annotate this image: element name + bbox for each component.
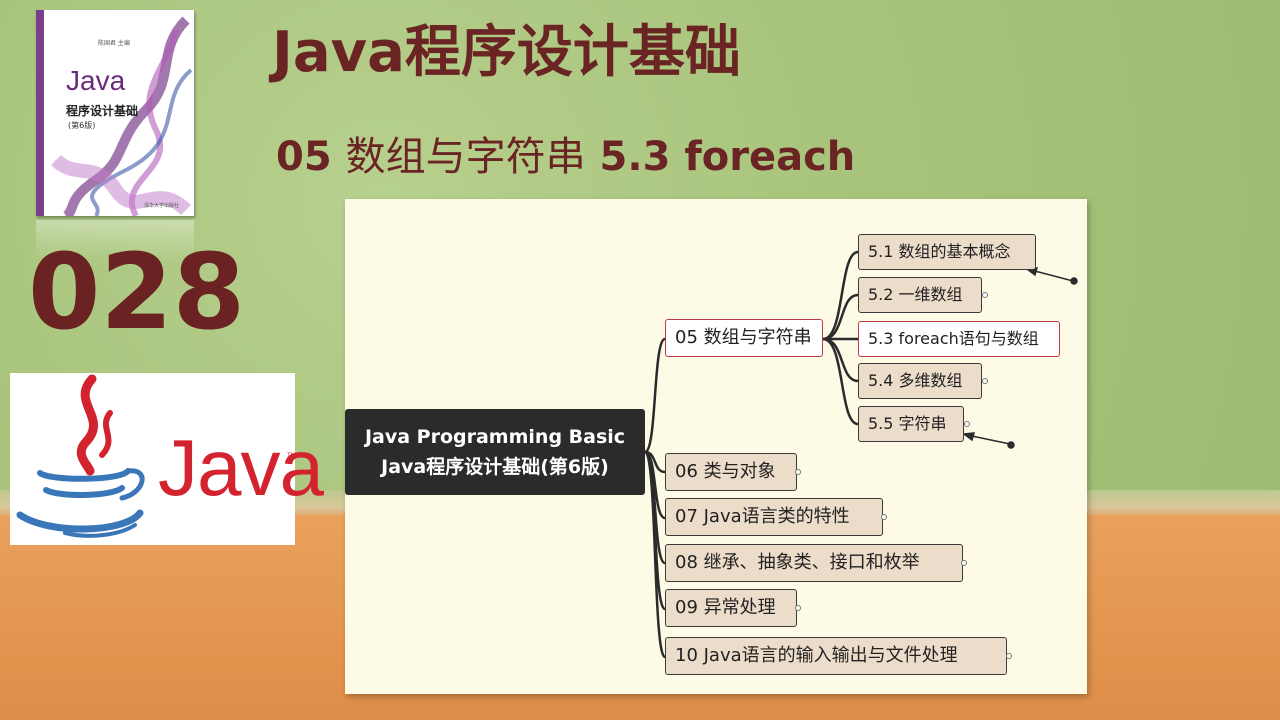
collapse-handle-5-4[interactable] [982, 378, 988, 384]
chapter-node-06[interactable]: 06 类与对象 [665, 453, 797, 491]
section-node-5-5[interactable]: 5.5 字符串 [858, 406, 964, 442]
chapter-node-08[interactable]: 08 继承、抽象类、接口和枚举 [665, 544, 963, 582]
mindmap-root-node[interactable]: Java Programming Basic Java程序设计基础(第6版) [345, 409, 645, 495]
collapse-handle-5-2[interactable] [982, 292, 988, 298]
episode-number: 028 [28, 231, 246, 353]
collapse-handle-5-5[interactable] [964, 421, 970, 427]
root-title-en: Java Programming Basic [364, 426, 626, 448]
subtitle-section: 5.3 foreach [599, 134, 856, 180]
mindmap-panel: Java Programming Basic Java程序设计基础(第6版) 0… [345, 199, 1087, 694]
chapter-node-10[interactable]: 10 Java语言的输入输出与文件处理 [665, 637, 1007, 675]
java-logo-text: Java [158, 423, 324, 512]
subtitle-name: 数组与字符串 [345, 134, 586, 180]
chapter-node-05[interactable]: 05 数组与字符串 [665, 319, 823, 357]
java-cup-icon [16, 374, 145, 538]
collapse-handle-06[interactable] [795, 469, 801, 475]
collapse-handle-10[interactable] [1006, 653, 1012, 659]
page-title: Java程序设计基础 [272, 20, 741, 85]
java-logo: Java TM [10, 373, 324, 545]
section-node-5-2[interactable]: 5.2 一维数组 [858, 277, 982, 313]
book-publisher: 清华大学出版社 [144, 203, 180, 209]
collapse-handle-09[interactable] [795, 605, 801, 611]
book-title: 程序设计基础 [66, 104, 139, 118]
java-logo-tm: TM [287, 453, 296, 459]
book-brand: Java [66, 65, 126, 96]
collapse-handle-07[interactable] [881, 514, 887, 520]
book-cover: 陈国君 主编 Java 程序设计基础 (第6版) 清华大学出版社 [36, 10, 194, 216]
section-node-5-4[interactable]: 5.4 多维数组 [858, 363, 982, 399]
root-title-cn: Java程序设计基础(第6版) [381, 456, 609, 478]
subtitle-chapter: 05 [276, 134, 332, 180]
chapter-node-09[interactable]: 09 异常处理 [665, 589, 797, 627]
book-author: 陈国君 主编 [98, 40, 130, 47]
section-node-5-1[interactable]: 5.1 数组的基本概念 [858, 234, 1036, 270]
section-node-5-3[interactable]: 5.3 foreach语句与数组 [858, 321, 1060, 357]
page-subtitle: 05 数组与字符串 5.3 foreach [276, 135, 855, 179]
collapse-handle-08[interactable] [961, 560, 967, 566]
book-edition: (第6版) [68, 121, 96, 130]
chapter-node-07[interactable]: 07 Java语言类的特性 [665, 498, 883, 536]
